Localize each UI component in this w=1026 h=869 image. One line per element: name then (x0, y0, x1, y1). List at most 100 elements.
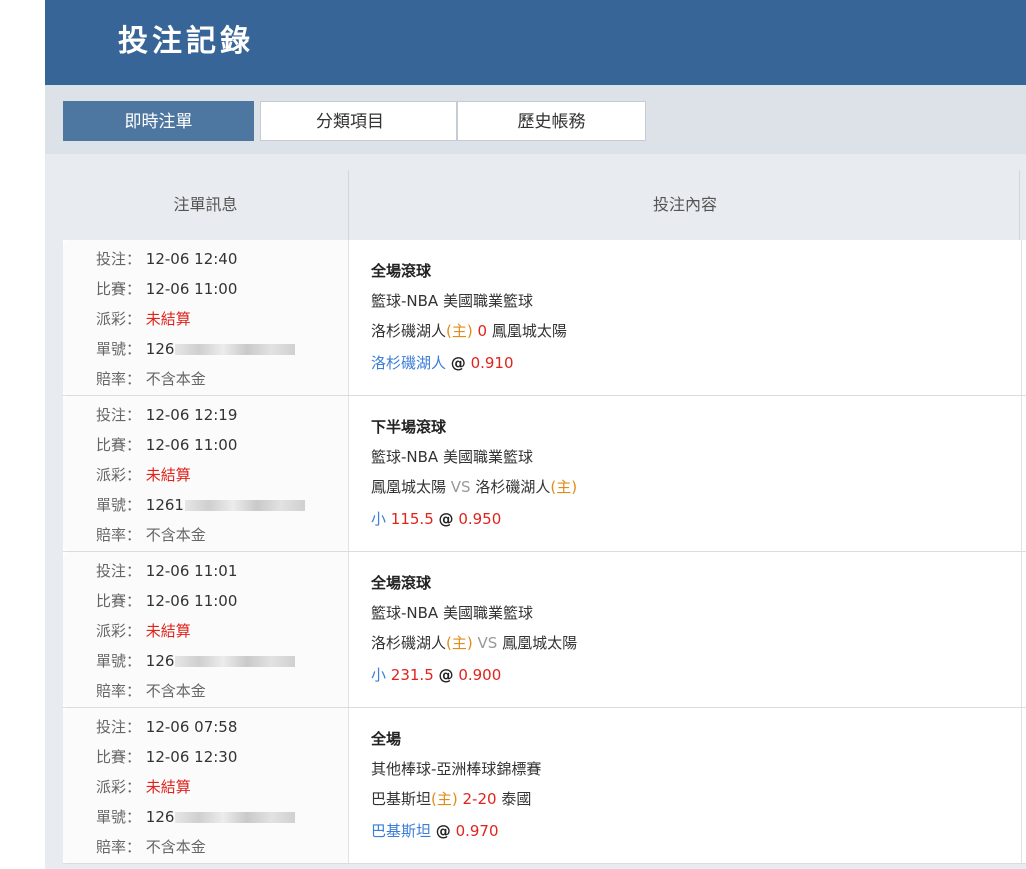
odds-label: 賠率： (96, 838, 142, 856)
bet-time-line: 投注： 12-06 11:01 (96, 560, 237, 581)
ticket-redacted (184, 500, 305, 511)
odds-label: 賠率： (96, 682, 142, 700)
bet-time-value: 12-06 12:40 (145, 250, 238, 268)
bet-info-cell: 投注： 12-06 11:01 比賽： 12-06 11:00 派彩： 未結算 … (63, 552, 348, 707)
odds-type: 不含本金 (145, 838, 206, 856)
payout-status: 未結算 (145, 778, 191, 796)
odds-type: 不含本金 (145, 526, 206, 544)
vs-label: VS (477, 634, 498, 652)
pick-price: 0.950 (458, 510, 502, 528)
payout-label: 派彩： (96, 466, 142, 484)
column-divider (1019, 170, 1020, 240)
team-two: 鳳凰城太陽 (502, 634, 578, 652)
odds-line: 賠率： 不含本金 (96, 680, 206, 701)
ticket-label: 單號： (96, 808, 142, 826)
odds-type: 不含本金 (145, 370, 206, 388)
pick-price: 0.910 (470, 354, 514, 372)
ticket-label: 單號： (96, 652, 142, 670)
bet-time-label: 投注： (96, 718, 142, 736)
bet-time-line: 投注： 12-06 12:19 (96, 404, 237, 425)
odds-line: 賠率： 不含本金 (96, 836, 206, 857)
at-symbol: @ (450, 354, 466, 372)
column-header-bet-content: 投注內容 (348, 170, 1021, 240)
table-row: 投注： 12-06 07:58 比賽： 12-06 12:30 派彩： 未結算 … (63, 708, 1026, 864)
away-team: 泰國 (501, 790, 532, 808)
odds-line: 賠率： 不含本金 (96, 524, 206, 545)
ticket-redacted (175, 812, 296, 823)
home-team: 洛杉磯湖人 (371, 322, 447, 340)
odds-type: 不含本金 (145, 682, 206, 700)
ticket-number: 126 (145, 808, 175, 826)
column-header-bet-info: 注單訊息 (173, 195, 238, 214)
table-row: 投注： 12-06 12:40 比賽： 12-06 11:00 派彩： 未結算 … (63, 240, 1026, 396)
pick-selection: 小 (371, 510, 387, 528)
match-time-label: 比賽： (96, 592, 142, 610)
bet-info-cell: 投注： 12-06 07:58 比賽： 12-06 12:30 派彩： 未結算 … (63, 708, 348, 863)
pick-selection: 小 (371, 666, 387, 684)
team-one: 鳳凰城太陽 (371, 478, 447, 496)
ticket-line: 單號： 126 (96, 806, 296, 827)
matchup: 鳳凰城太陽 VS 洛杉磯湖人(主) (371, 476, 577, 497)
match-time-value: 12-06 12:30 (145, 748, 238, 766)
away-team: 鳳凰城太陽 (491, 322, 567, 340)
pick-line: 小 115.5 @ 0.950 (371, 508, 501, 529)
ticket-line: 單號： 126 (96, 338, 296, 359)
payout-status: 未結算 (145, 466, 191, 484)
bet-content-cell: 全場滾球 籃球-NBA 美國職業籃球 洛杉磯湖人(主) VS 鳳凰城太陽 小 2… (348, 552, 1022, 707)
pick-value: 231.5 (390, 666, 434, 684)
league-name: 籃球-NBA 美國職業籃球 (371, 604, 533, 622)
match-time-line: 比賽： 12-06 11:00 (96, 278, 237, 299)
page-title: 投注記錄 (118, 24, 254, 59)
page-header: 投注記錄 (45, 0, 1026, 85)
pick-line: 小 231.5 @ 0.900 (371, 664, 501, 685)
bet-type: 全場 (371, 730, 402, 748)
bet-time-value: 12-06 12:19 (145, 406, 238, 424)
tab-bar: 即時注單 分類項目 歷史帳務 (45, 85, 1026, 154)
home-team: 巴基斯坦 (371, 790, 432, 808)
bet-time-line: 投注： 12-06 07:58 (96, 716, 237, 737)
odds-label: 賠率： (96, 370, 142, 388)
tab-history[interactable]: 歷史帳務 (457, 101, 646, 141)
tab-live-bets[interactable]: 即時注單 (63, 101, 254, 141)
league-name: 其他棒球-亞洲棒球錦標賽 (371, 760, 542, 778)
payout-label: 派彩： (96, 778, 142, 796)
tab-categories[interactable]: 分類項目 (260, 101, 457, 141)
ticket-line: 單號： 126 (96, 650, 296, 671)
table-row: 投注： 12-06 11:01 比賽： 12-06 11:00 派彩： 未結算 … (63, 552, 1026, 708)
match-time-line: 比賽： 12-06 12:30 (96, 746, 237, 767)
match-time-line: 比賽： 12-06 11:00 (96, 590, 237, 611)
pick-line: 洛杉磯湖人 @ 0.910 (371, 352, 514, 373)
league-name: 籃球-NBA 美國職業籃球 (371, 448, 533, 466)
table-header: 注單訊息 投注內容 (63, 170, 1026, 240)
pick-selection: 巴基斯坦 (371, 822, 432, 840)
payout-line: 派彩： 未結算 (96, 308, 191, 329)
payout-line: 派彩： 未結算 (96, 776, 191, 797)
match-time-value: 12-06 11:00 (145, 280, 238, 298)
matchup: 巴基斯坦(主) 2-20 泰國 (371, 788, 531, 809)
odds-line: 賠率： 不含本金 (96, 368, 206, 389)
pick-value: 115.5 (390, 510, 434, 528)
handicap-value: 0 (477, 322, 488, 340)
at-symbol: @ (435, 822, 451, 840)
home-tag: (主) (446, 634, 473, 652)
payout-line: 派彩： 未結算 (96, 620, 191, 641)
bet-content-cell: 全場滾球 籃球-NBA 美國職業籃球 洛杉磯湖人(主) 0 鳳凰城太陽 洛杉磯湖… (348, 240, 1022, 395)
home-tag: (主) (431, 790, 458, 808)
score-value: 2-20 (462, 790, 497, 808)
ticket-redacted (175, 656, 296, 667)
ticket-line: 單號： 1261 (96, 494, 305, 515)
ticket-number: 126 (145, 340, 175, 358)
league-name: 籃球-NBA 美國職業籃球 (371, 292, 533, 310)
match-time-label: 比賽： (96, 748, 142, 766)
ticket-number: 126 (145, 652, 175, 670)
match-time-value: 12-06 11:00 (145, 592, 238, 610)
bet-info-cell: 投注： 12-06 12:40 比賽： 12-06 11:00 派彩： 未結算 … (63, 240, 348, 395)
bet-content-cell: 下半場滾球 籃球-NBA 美國職業籃球 鳳凰城太陽 VS 洛杉磯湖人(主) 小 … (348, 396, 1022, 551)
pick-price: 0.900 (458, 666, 502, 684)
bet-time-label: 投注： (96, 406, 142, 424)
payout-line: 派彩： 未結算 (96, 464, 191, 485)
match-time-label: 比賽： (96, 280, 142, 298)
matchup: 洛杉磯湖人(主) VS 鳳凰城太陽 (371, 632, 577, 653)
vs-label: VS (450, 478, 471, 496)
match-time-value: 12-06 11:00 (145, 436, 238, 454)
